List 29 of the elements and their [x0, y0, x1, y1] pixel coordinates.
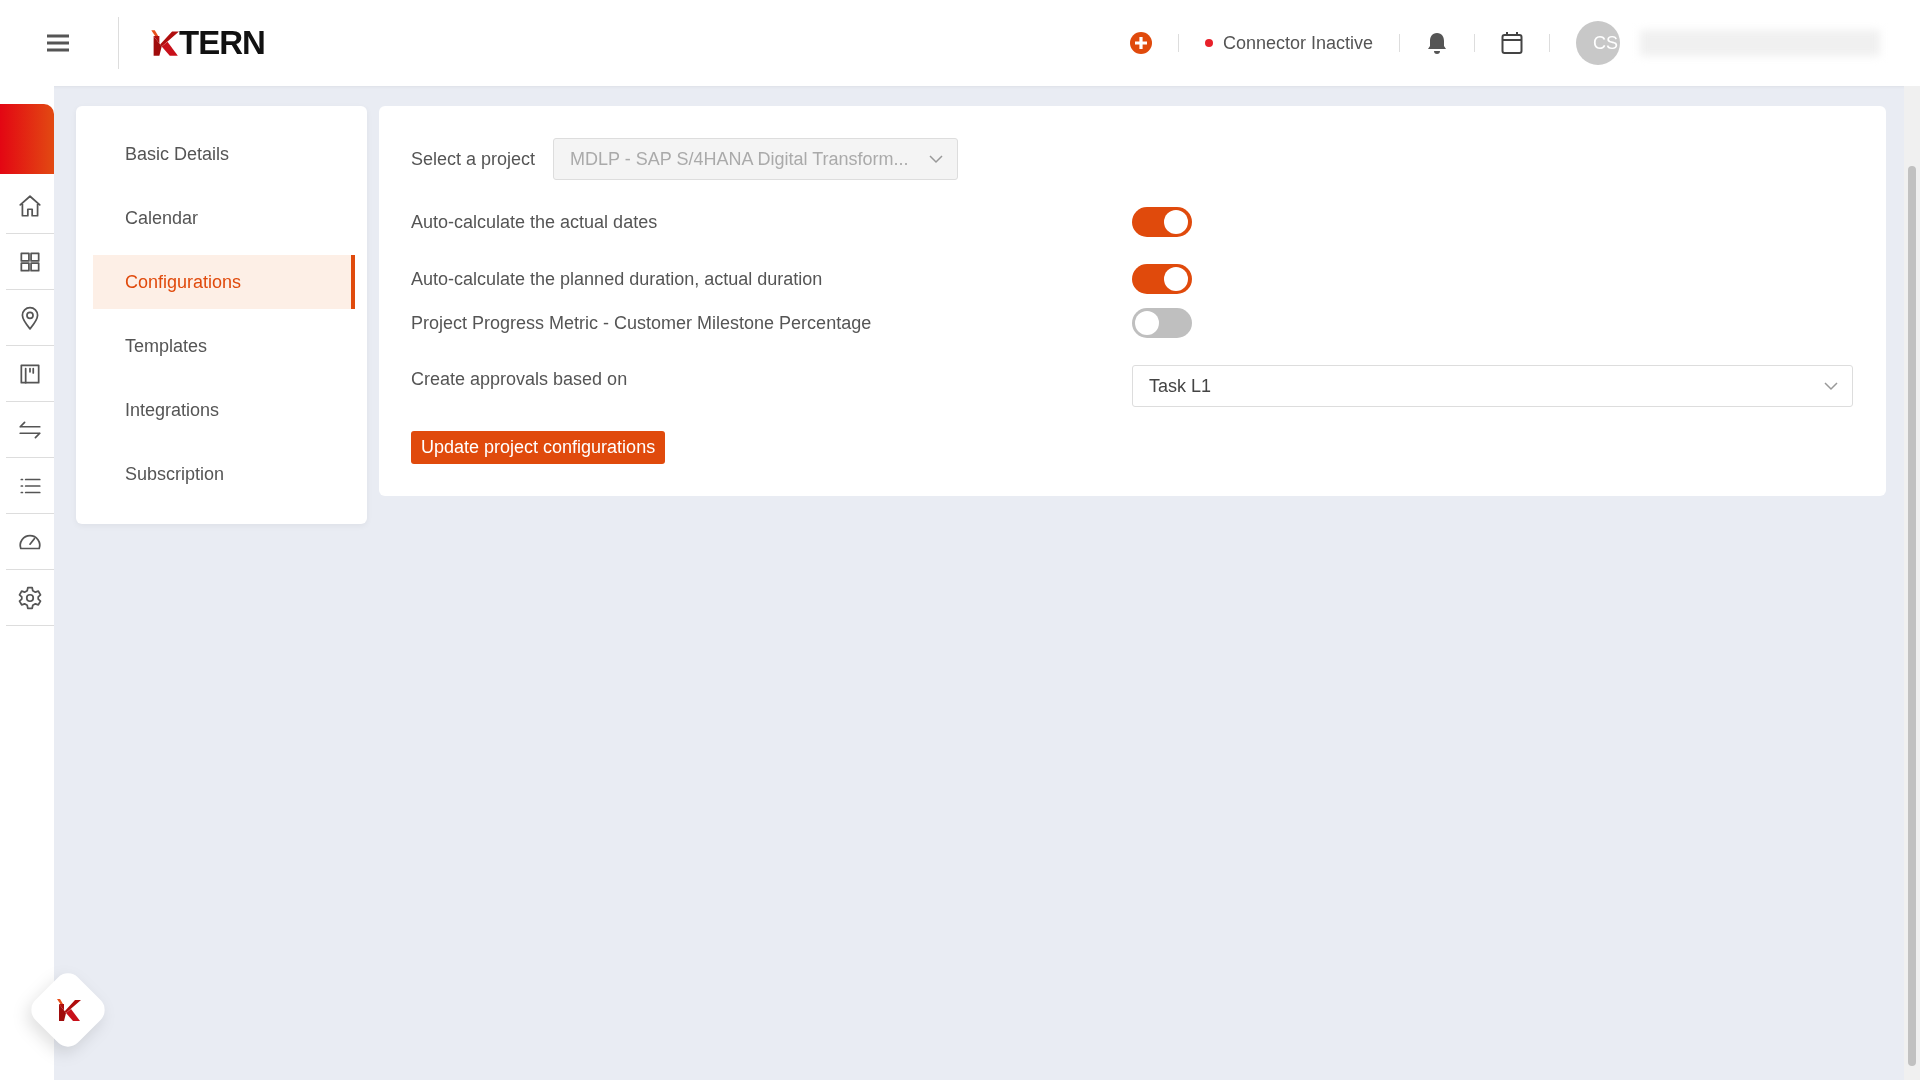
toggle-switch[interactable] — [1132, 308, 1192, 338]
calendar-icon[interactable] — [1501, 31, 1523, 55]
add-icon[interactable] — [1129, 32, 1152, 54]
settings-icon[interactable] — [17, 584, 43, 611]
update-button[interactable]: Update project configurations — [411, 431, 666, 464]
toggle-switch[interactable] — [1132, 207, 1192, 237]
field-label: Select a project — [411, 148, 536, 170]
menu-icon[interactable] — [46, 33, 70, 53]
bell-icon[interactable] — [1426, 31, 1448, 55]
menu-item[interactable]: Basic Details — [93, 127, 355, 181]
approvals-dropdown[interactable]: Task L1 — [1132, 365, 1853, 407]
setting-label: Project Progress Metric - Customer Milestone Percentage — [411, 312, 873, 334]
chevron-down-icon — [1824, 381, 1838, 391]
setting-label: Create approvals based on — [411, 368, 629, 390]
chevron-down-icon — [929, 154, 944, 164]
connector-status: Connector Inactive — [1222, 32, 1373, 54]
menu-item[interactable]: Configurations — [93, 255, 355, 309]
setting-label: Auto-calculate the actual dates — [411, 211, 659, 233]
setting-label: Auto-calculate the planned duration, actual duration — [411, 268, 824, 290]
menu-item[interactable]: Templates — [93, 319, 355, 373]
menu-item[interactable]: Integrations — [93, 383, 355, 437]
logo-icon — [57, 999, 81, 1021]
logo-text: TERN — [179, 24, 265, 62]
menu-item[interactable]: Subscription — [93, 447, 355, 501]
menu-item[interactable]: Calendar — [93, 191, 355, 245]
scrollbar[interactable] — [1904, 86, 1920, 1080]
toggle-switch[interactable] — [1132, 264, 1192, 294]
logo-icon — [149, 29, 179, 57]
sidebar-tile[interactable] — [0, 104, 54, 174]
